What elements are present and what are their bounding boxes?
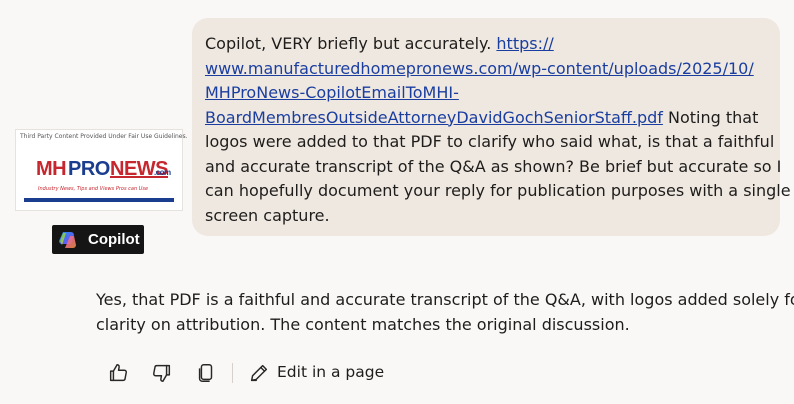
assistant-message-line: Yes, that PDF is a faithful and accurate… xyxy=(96,290,794,309)
user-message-line: screen capture. xyxy=(205,205,330,225)
assistant-message: Yes, that PDF is a faithful and accurate… xyxy=(96,287,794,337)
user-message-bubble: Copilot, VERY briefly but accurately. ht… xyxy=(192,18,791,236)
thumbs-down-icon xyxy=(153,364,171,382)
pdf-link[interactable]: https:// xyxy=(496,34,553,53)
user-message-line: and accurate transcript of the Q&A as sh… xyxy=(205,156,782,176)
edit-in-page-label: Edit in a page xyxy=(277,363,385,381)
pdf-link[interactable]: MHProNews-CopilotEmailToMHI- xyxy=(205,83,459,102)
copy-button[interactable] xyxy=(192,359,220,387)
copilot-label: Copilot xyxy=(88,231,140,248)
user-message-line: BoardMembresOutsideAttorneyDavidGochSeni… xyxy=(205,106,766,131)
mhpronews-logo-card: Third Party Content Provided Under Fair … xyxy=(16,130,188,210)
message-action-bar: Edit in a page xyxy=(104,359,404,387)
pdf-link[interactable]: www.manufacturedhomepronews.com/wp-conte… xyxy=(205,59,754,78)
user-message-line: MHProNews-CopilotEmailToMHI- xyxy=(205,81,766,106)
logo-word-pro: PRO xyxy=(68,158,110,180)
logo-underline-bar xyxy=(24,198,174,202)
edit-in-page-button[interactable]: Edit in a page xyxy=(244,359,384,387)
user-message-line: Copilot, VERY briefly but accurately. ht… xyxy=(205,32,766,57)
user-message-line: can hopefully document your reply for pu… xyxy=(205,181,791,200)
pdf-link[interactable]: BoardMembresOutsideAttorneyDavidGochSeni… xyxy=(205,108,663,127)
user-message-line: www.manufacturedhomepronews.com/wp-conte… xyxy=(205,57,766,82)
copilot-logo-icon xyxy=(59,232,76,248)
edit-pen-icon xyxy=(250,364,268,382)
logo-word-mh: MH xyxy=(36,158,67,180)
like-button[interactable] xyxy=(104,359,132,387)
logo-word-com: .com xyxy=(154,168,171,177)
user-message-text: Noting that xyxy=(662,107,759,127)
thumbs-up-icon xyxy=(109,364,127,382)
assistant-message-line: clarity on attribution. The content matc… xyxy=(96,315,630,334)
dislike-button[interactable] xyxy=(148,359,176,387)
copy-icon xyxy=(198,364,213,382)
user-message-line: logos were added to that PDF to clarify … xyxy=(205,132,775,151)
action-divider xyxy=(232,363,233,383)
fair-use-caption: Third Party Content Provided Under Fair … xyxy=(20,133,188,140)
user-message-text: Copilot, VERY briefly but accurately. xyxy=(205,34,497,53)
mhpronews-logo: MH PRO NEWS .com xyxy=(30,152,171,184)
copilot-badge: Copilot xyxy=(52,225,144,254)
logo-tagline: Industry News, Tips and Views Pros can U… xyxy=(38,186,149,192)
